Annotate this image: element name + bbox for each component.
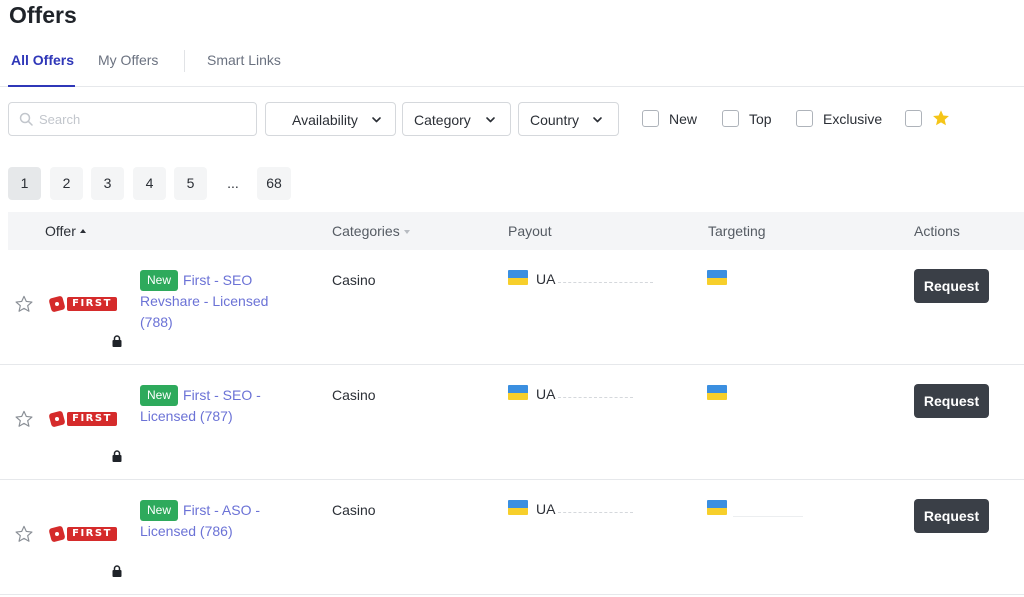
page-button-last[interactable]: 68 — [257, 167, 291, 200]
new-badge: New — [140, 270, 179, 291]
new-checkbox[interactable] — [642, 110, 659, 127]
offer-category: Casino — [332, 387, 376, 403]
table-row: FIRST New First - SEO - Licensed (787) Ca… — [0, 365, 1024, 480]
offer-logo: FIRST — [48, 410, 118, 428]
dice-icon — [49, 296, 65, 312]
payout-country: UA — [536, 501, 556, 517]
offer-logo-text: FIRST — [67, 412, 117, 426]
page-button-3[interactable]: 3 — [91, 167, 124, 200]
column-header-payout: Payout — [508, 223, 552, 239]
new-checkbox-label: New — [669, 111, 698, 127]
pagination-ellipsis: ... — [227, 175, 239, 191]
chevron-down-icon — [372, 117, 381, 123]
offer-logo: FIRST — [48, 295, 118, 313]
dice-icon — [49, 411, 65, 427]
request-button[interactable]: Request — [914, 269, 989, 303]
column-header-offer-label: Offer — [45, 223, 76, 239]
column-header-categories[interactable]: Categories — [332, 223, 410, 239]
country-dropdown[interactable]: Country — [518, 102, 619, 136]
category-dropdown[interactable]: Category — [402, 102, 511, 136]
payout-redacted — [558, 282, 653, 283]
payout-country: UA — [536, 271, 556, 287]
offer-category: Casino — [332, 502, 376, 518]
lock-icon — [112, 565, 122, 577]
ukraine-flag-icon — [707, 385, 727, 400]
lock-icon — [112, 335, 122, 347]
tab-all-offers[interactable]: All Offers — [11, 52, 74, 68]
targeting-redacted — [733, 516, 803, 517]
lock-icon — [112, 450, 122, 462]
dice-icon — [49, 526, 65, 542]
column-header-offer[interactable]: Offer — [45, 223, 86, 239]
request-button[interactable]: Request — [914, 384, 989, 418]
payout-cell: UA — [508, 385, 688, 403]
payout-country: UA — [536, 386, 556, 402]
search-box[interactable] — [8, 102, 257, 136]
table-row: FIRST New First - ASO - Licensed (786) Ca… — [0, 480, 1024, 595]
new-badge: New — [140, 500, 179, 521]
star-outline-icon[interactable] — [15, 295, 33, 313]
chevron-down-icon — [593, 117, 602, 123]
ukraine-flag-icon — [508, 500, 528, 515]
top-checkbox-label: Top — [749, 111, 772, 127]
offer-logo-text: FIRST — [67, 297, 117, 311]
page-button-5[interactable]: 5 — [174, 167, 207, 200]
tab-my-offers[interactable]: My Offers — [98, 52, 158, 68]
exclusive-checkbox[interactable] — [796, 110, 813, 127]
page-title: Offers — [9, 2, 77, 28]
table-row: FIRST New First - SEO Revshare - Licensed… — [0, 250, 1024, 365]
starred-checkbox[interactable] — [905, 110, 922, 127]
offer-logo-text: FIRST — [67, 527, 117, 541]
ukraine-flag-icon — [707, 500, 727, 515]
page-button-1[interactable]: 1 — [8, 167, 41, 200]
ukraine-flag-icon — [508, 385, 528, 400]
ukraine-flag-icon — [508, 270, 528, 285]
active-tab-indicator — [8, 85, 75, 87]
payout-cell: UA — [508, 270, 688, 288]
sort-desc-icon — [403, 230, 410, 234]
top-checkbox[interactable] — [722, 110, 739, 127]
tab-bar: All Offers My Offers Smart Links — [0, 40, 1024, 87]
payout-cell: UA — [508, 500, 688, 518]
new-badge: New — [140, 385, 179, 406]
star-icon — [933, 110, 949, 126]
tab-smart-links[interactable]: Smart Links — [207, 52, 281, 68]
column-header-actions: Actions — [914, 223, 960, 239]
request-button[interactable]: Request — [914, 499, 989, 533]
offer-category: Casino — [332, 272, 376, 288]
tab-divider — [184, 50, 185, 72]
search-input[interactable] — [39, 109, 249, 129]
payout-redacted — [558, 512, 633, 513]
column-header-categories-label: Categories — [332, 223, 400, 239]
offer-link[interactable]: New First - ASO - Licensed (786) — [140, 500, 290, 542]
column-header-targeting: Targeting — [708, 223, 766, 239]
chevron-down-icon — [486, 117, 495, 123]
availability-dropdown[interactable]: Availability — [265, 102, 396, 136]
table-header: Offer Categories Payout Targeting Action… — [8, 212, 1024, 250]
country-dropdown-label: Country — [530, 112, 580, 128]
page-button-2[interactable]: 2 — [50, 167, 83, 200]
payout-redacted — [558, 397, 633, 398]
sort-asc-icon — [79, 229, 86, 233]
star-outline-icon[interactable] — [15, 410, 33, 428]
page-button-4[interactable]: 4 — [133, 167, 166, 200]
search-icon — [19, 112, 33, 126]
star-outline-icon[interactable] — [15, 525, 33, 543]
exclusive-checkbox-label: Exclusive — [823, 111, 883, 127]
offer-link[interactable]: New First - SEO - Licensed (787) — [140, 385, 290, 427]
offer-link[interactable]: New First - SEO Revshare - Licensed (788) — [140, 270, 290, 333]
offer-logo: FIRST — [48, 525, 118, 543]
ukraine-flag-icon — [707, 270, 727, 285]
